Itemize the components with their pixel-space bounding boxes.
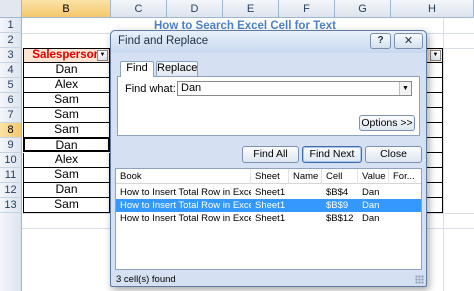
result-row[interactable]: How to Insert Total Row in Excel.xlsx Sh… bbox=[116, 186, 421, 199]
results-header: Book Sheet Name Cell Value For... bbox=[116, 169, 421, 184]
close-button[interactable]: Close bbox=[365, 146, 422, 163]
result-row[interactable]: How to Insert Total Row in Excel.xlsx Sh… bbox=[116, 212, 421, 225]
result-name bbox=[289, 212, 322, 225]
column-header-d[interactable]: D bbox=[167, 0, 223, 18]
row-header[interactable]: 10 bbox=[0, 153, 22, 168]
row-header[interactable]: 2 bbox=[0, 33, 22, 48]
row-header[interactable]: 4 bbox=[0, 63, 22, 78]
result-cell: $B$9 bbox=[326, 200, 349, 211]
result-sheet: Sheet1 bbox=[255, 200, 286, 211]
find-what-label: Find what: bbox=[125, 83, 176, 95]
cell-right[interactable] bbox=[425, 108, 443, 123]
result-book: How to Insert Total Row in Excel.xlsx bbox=[120, 200, 251, 211]
result-row-selected[interactable]: How to Insert Total Row in Excel.xlsx Sh… bbox=[116, 199, 421, 212]
cell-b12[interactable]: Dan bbox=[23, 183, 110, 198]
results-col-cell[interactable]: Cell bbox=[322, 169, 358, 184]
result-book: How to Insert Total Row in Excel.xlsx bbox=[120, 187, 251, 198]
result-name bbox=[289, 199, 322, 212]
result-value: Dan bbox=[362, 200, 380, 211]
gridline bbox=[443, 18, 444, 291]
find-next-button[interactable]: Find Next bbox=[302, 146, 362, 163]
filter-dropdown-icon[interactable]: ▼ bbox=[97, 50, 108, 61]
row-header[interactable]: 11 bbox=[0, 168, 22, 183]
cell-right[interactable] bbox=[425, 63, 443, 78]
tab-replace[interactable]: Replace bbox=[156, 61, 198, 76]
result-formula bbox=[389, 186, 423, 199]
row-header[interactable]: 6 bbox=[0, 93, 22, 108]
row-header[interactable]: 12 bbox=[0, 183, 22, 198]
results-list[interactable]: Book Sheet Name Cell Value For... How to… bbox=[115, 168, 422, 270]
results-col-sheet[interactable]: Sheet bbox=[251, 169, 289, 184]
cell-b4[interactable]: Dan bbox=[23, 63, 110, 78]
cell-b6[interactable]: Sam bbox=[23, 93, 110, 108]
find-what-input[interactable]: Dan ▼ bbox=[177, 81, 412, 96]
select-all-corner[interactable] bbox=[0, 0, 22, 18]
result-name bbox=[289, 186, 322, 199]
cell-right[interactable] bbox=[425, 93, 443, 108]
filter-dropdown-icon[interactable]: ▼ bbox=[430, 50, 441, 61]
column-header-e[interactable]: E bbox=[223, 0, 279, 18]
row-header[interactable]: 9 bbox=[0, 138, 22, 153]
column-header-f[interactable]: F bbox=[279, 0, 335, 18]
options-button[interactable]: Options >> bbox=[359, 115, 415, 131]
cell-right[interactable] bbox=[425, 153, 443, 168]
row-header-blank bbox=[0, 213, 22, 291]
column-header-h[interactable]: H bbox=[391, 0, 474, 18]
column-header-b[interactable]: B bbox=[22, 0, 111, 18]
tab-find[interactable]: Find bbox=[120, 61, 154, 77]
cell-right[interactable] bbox=[425, 183, 443, 198]
result-formula bbox=[389, 199, 423, 212]
results-col-name[interactable]: Name bbox=[289, 169, 322, 184]
cell-b7[interactable]: Sam bbox=[23, 108, 110, 123]
cell-right[interactable] bbox=[425, 123, 443, 138]
cell-b8[interactable]: Sam bbox=[23, 123, 110, 138]
row-header[interactable]: 1 bbox=[0, 18, 22, 33]
row-header[interactable]: 13 bbox=[0, 198, 22, 213]
find-tab-panel: Find what: Dan ▼ Options >> bbox=[117, 76, 420, 136]
find-what-value: Dan bbox=[181, 82, 202, 94]
cell-b9-active[interactable]: Dan bbox=[23, 137, 110, 152]
result-value: Dan bbox=[362, 213, 380, 224]
results-col-book[interactable]: Book bbox=[116, 169, 251, 184]
column-header-g[interactable]: G bbox=[335, 0, 391, 18]
close-icon[interactable]: ✕ bbox=[394, 33, 423, 49]
find-all-button[interactable]: Find All bbox=[242, 146, 299, 163]
dialog-titlebar[interactable]: Find and Replace ? ✕ bbox=[111, 31, 426, 53]
row-header[interactable]: 7 bbox=[0, 108, 22, 123]
column-header-c[interactable]: C bbox=[111, 0, 167, 18]
cell-b11[interactable]: Sam bbox=[23, 168, 110, 183]
result-sheet: Sheet1 bbox=[255, 187, 286, 198]
cell-right[interactable] bbox=[425, 138, 443, 153]
status-text: 3 cell(s) found bbox=[116, 274, 176, 285]
cell-right[interactable] bbox=[425, 168, 443, 183]
row-header[interactable]: 5 bbox=[0, 78, 22, 93]
dialog-title: Find and Replace bbox=[118, 35, 209, 47]
result-book: How to Insert Total Row in Excel.xlsx bbox=[120, 213, 251, 224]
cell-b5[interactable]: Alex bbox=[23, 78, 110, 93]
result-cell: $B$4 bbox=[326, 187, 349, 198]
salesperson-header-label: Salesperson bbox=[32, 49, 101, 61]
cell-b10[interactable]: Alex bbox=[23, 153, 110, 168]
salesperson-header-cell[interactable]: Salesperson ▼ bbox=[23, 48, 110, 63]
results-col-value[interactable]: Value bbox=[358, 169, 389, 184]
result-sheet: Sheet1 bbox=[255, 213, 286, 224]
cell-b13[interactable]: Sam bbox=[23, 198, 110, 213]
results-col-formula[interactable]: For... bbox=[389, 169, 423, 184]
result-cell: $B$12 bbox=[326, 213, 354, 224]
result-formula bbox=[389, 212, 423, 225]
row-header-active[interactable]: 8 bbox=[0, 123, 22, 138]
find-replace-dialog: Find and Replace ? ✕ Find Replace Find w… bbox=[110, 30, 427, 287]
chevron-down-icon[interactable]: ▼ bbox=[399, 82, 411, 95]
cell-right[interactable] bbox=[425, 78, 443, 93]
row-header[interactable]: 3 bbox=[0, 48, 22, 63]
cell-right[interactable] bbox=[425, 198, 443, 213]
help-button[interactable]: ? bbox=[370, 33, 391, 49]
result-value: Dan bbox=[362, 187, 380, 198]
resize-grip-icon[interactable] bbox=[415, 275, 424, 284]
